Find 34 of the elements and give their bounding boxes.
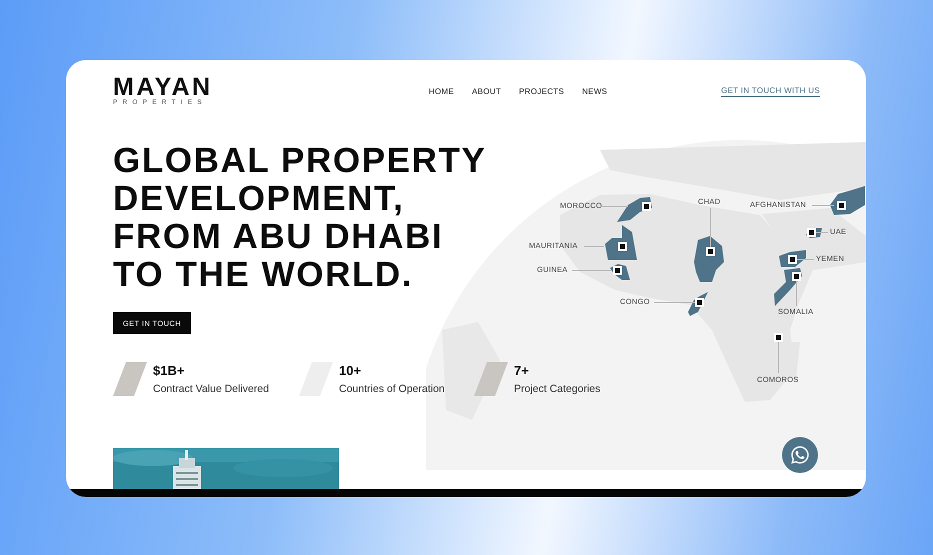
- stat-value: $1B+: [153, 363, 186, 378]
- leader-line: [654, 302, 696, 303]
- logo-wordmark: MAYAN: [113, 76, 214, 98]
- leader-line: [572, 270, 612, 271]
- leader-line: [797, 259, 814, 260]
- location-marker: [792, 272, 801, 281]
- contact-link[interactable]: GET IN TOUCH WITH US: [721, 86, 820, 96]
- stat-value: 7+: [514, 363, 530, 378]
- location-marker: [807, 228, 816, 237]
- stat-value: 10+: [339, 363, 362, 378]
- leader-line: [710, 208, 711, 248]
- stat-label: Contract Value Delivered: [153, 383, 269, 395]
- stat-label: Project Categories: [514, 383, 600, 395]
- location-marker: [613, 266, 622, 275]
- nav-link[interactable]: HOME: [428, 86, 454, 96]
- nav-link[interactable]: NEWS: [582, 86, 608, 96]
- location-marker: [837, 201, 846, 210]
- stat-label: Countries of Operation: [339, 383, 445, 395]
- leader-line: [600, 206, 628, 207]
- leader-line: [796, 280, 797, 306]
- location-marker: [618, 242, 627, 251]
- leader-line: [778, 341, 779, 373]
- hero-title: GLOBAL PROPERTY DEVELOPMENT, FROM ABU DHABI TO THE WORLD.: [113, 142, 486, 294]
- leader-line: [812, 205, 834, 206]
- location-marker: [774, 333, 783, 342]
- nav-link[interactable]: PROJECTS: [519, 86, 564, 96]
- location-marker: [706, 247, 715, 256]
- whatsapp-icon: [790, 445, 810, 465]
- leader-line: [816, 232, 828, 233]
- location-marker: [642, 202, 651, 211]
- location-marker: [695, 298, 704, 307]
- location-marker: [788, 255, 797, 264]
- nav-link[interactable]: ABOUT: [472, 86, 502, 96]
- leader-line: [584, 246, 604, 247]
